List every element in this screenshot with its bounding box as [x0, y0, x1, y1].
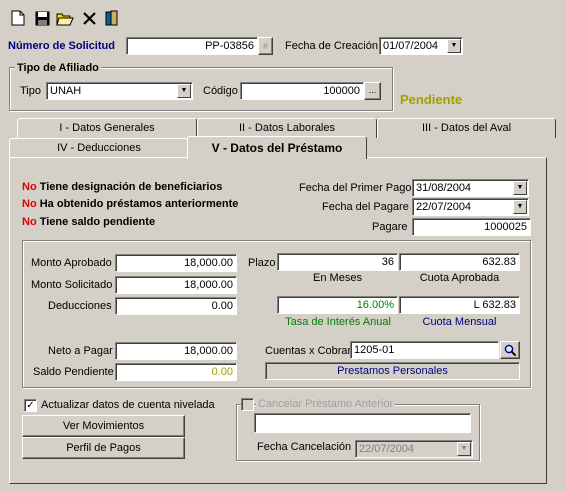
delete-icon[interactable]: [80, 9, 98, 27]
fecha-creacion-value: 01/07/2004: [383, 40, 439, 52]
fecha-pagare-label: Fecha del Pagare: [322, 201, 409, 213]
perfil-pagos-button[interactable]: Perfil de Pagos: [22, 437, 185, 459]
tipo-afiliado-title: Tipo de Afiliado: [15, 61, 101, 75]
saldo-pendiente-input[interactable]: 0.00: [115, 363, 237, 381]
deducciones-input[interactable]: 0.00: [115, 297, 237, 315]
cuentas-cobrar-label: Cuentas x Cobrar: [265, 345, 352, 357]
cancelar-label: Cancelar Préstamo Anterior: [256, 397, 396, 411]
warning-prestamos-anteriores: No Ha obtenido préstamos anteriormente: [22, 198, 239, 210]
fecha-cancelacion-label: Fecha Cancelación: [257, 441, 352, 453]
monto-solicitado-input[interactable]: 18,000.00: [115, 276, 237, 294]
warning-beneficiarios: No Tiene designación de beneficiarios: [22, 181, 223, 193]
chevron-down-icon[interactable]: ▼: [447, 39, 461, 53]
status-text: Pendiente: [400, 92, 463, 107]
tab-deducciones[interactable]: IV - Deducciones: [9, 138, 189, 158]
fecha-creacion-label: Fecha de Creación: [285, 40, 378, 52]
ver-movimientos-button[interactable]: Ver Movimientos: [22, 415, 185, 437]
solicitud-lookup-button[interactable]: #: [258, 37, 273, 55]
chevron-down-icon[interactable]: ▼: [513, 181, 527, 195]
saldo-pendiente-label: Saldo Pendiente: [33, 366, 114, 378]
fecha-primer-pago-label: Fecha del Primer Pago: [299, 182, 412, 194]
fecha-creacion-combo[interactable]: 01/07/2004 ▼: [379, 37, 463, 55]
neto-pagar-label: Neto a Pagar: [48, 345, 113, 357]
monto-aprobado-label: Monto Aprobado: [31, 257, 112, 269]
pagare-input[interactable]: 1000025: [412, 218, 531, 236]
tipo-value: UNAH: [50, 85, 82, 97]
tasa-interes-caption: Tasa de Interés Anual: [285, 316, 391, 328]
solicitud-label: Número de Solicitud: [8, 40, 115, 52]
neto-pagar-input[interactable]: 18,000.00: [115, 342, 237, 360]
cancelar-checkbox[interactable]: [241, 398, 254, 411]
cuota-aprobada-input[interactable]: 632.83: [399, 253, 520, 271]
plazo-label: Plazo: [248, 257, 276, 269]
solicitud-input[interactable]: PP-03856: [126, 37, 258, 55]
actualizar-label: Actualizar datos de cuenta nivelada: [41, 399, 215, 411]
new-file-icon[interactable]: [9, 9, 27, 27]
actualizar-checkbox[interactable]: ✓: [24, 399, 37, 412]
fecha-pagare-value: 22/07/2004: [416, 201, 472, 213]
pagare-label: Pagare: [372, 221, 408, 233]
codigo-label: Código: [203, 85, 238, 97]
monto-aprobado-input[interactable]: 18,000.00: [115, 254, 237, 272]
fecha-primer-pago-combo[interactable]: 31/08/2004 ▼: [412, 179, 529, 197]
open-folder-icon[interactable]: [56, 9, 74, 27]
codigo-lookup-button[interactable]: ...: [364, 82, 381, 100]
cuentas-cobrar-input[interactable]: 1205-01: [350, 341, 499, 359]
monto-solicitado-label: Monto Solicitado: [31, 279, 113, 291]
chevron-down-icon[interactable]: ▼: [513, 200, 527, 214]
save-icon[interactable]: [33, 9, 51, 27]
tab-datos-aval[interactable]: III - Datos del Aval: [377, 118, 556, 138]
warning-saldo-pendiente: No Tiene saldo pendiente: [22, 216, 156, 228]
cancelar-input[interactable]: [254, 413, 471, 433]
tipo-combo[interactable]: UNAH ▼: [46, 82, 193, 100]
chevron-down-icon[interactable]: ▼: [177, 84, 191, 98]
deducciones-label: Deducciones: [48, 300, 112, 312]
cuota-mensual-input[interactable]: L 632.83: [399, 296, 520, 314]
codigo-input[interactable]: 100000: [240, 82, 364, 100]
chevron-down-icon[interactable]: ▼: [457, 442, 471, 456]
plazo-input[interactable]: 36: [277, 253, 398, 271]
fecha-cancelacion-value: 22/07/2004: [359, 443, 415, 455]
search-icon[interactable]: [500, 341, 520, 359]
fecha-primer-pago-value: 31/08/2004: [416, 182, 472, 194]
cuota-aprobada-caption: Cuota Aprobada: [419, 272, 500, 284]
tab-datos-prestamo[interactable]: V - Datos del Préstamo: [187, 136, 367, 159]
plazo-caption: En Meses: [313, 272, 362, 284]
tab-datos-laborales[interactable]: II - Datos Laborales: [197, 118, 377, 138]
cuentas-descripcion: Prestamos Personales: [265, 362, 520, 380]
books-icon[interactable]: [103, 9, 121, 27]
tipo-label: Tipo: [20, 85, 41, 97]
tasa-interes-input[interactable]: 16.00%: [277, 296, 398, 314]
tab-datos-generales[interactable]: I - Datos Generales: [17, 118, 197, 138]
fecha-cancelacion-combo[interactable]: 22/07/2004 ▼: [355, 440, 473, 458]
fecha-pagare-combo[interactable]: 22/07/2004 ▼: [412, 198, 529, 216]
cuota-mensual-caption: Cuota Mensual: [422, 316, 497, 328]
